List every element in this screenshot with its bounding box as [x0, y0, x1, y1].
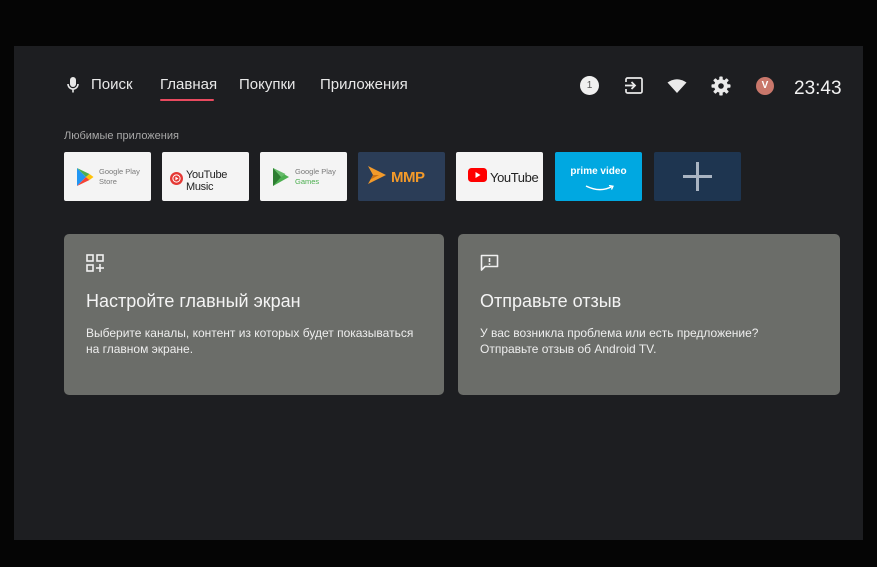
youtube-music-icon	[170, 172, 183, 190]
app-tile-youtube-music[interactable]: YouTube Music	[162, 152, 249, 201]
customize-home-description: Выберите каналы, контент из которых буде…	[86, 326, 414, 356]
microphone-icon[interactable]	[66, 76, 80, 99]
dashboard-add-icon	[86, 254, 104, 277]
clock: 23:43	[794, 78, 842, 99]
app-tile-google-play-store[interactable]: Google Play Store	[64, 152, 151, 201]
youtube-label: YouTube	[490, 170, 539, 185]
send-feedback-line1: У вас возникла проблема или есть предлож…	[480, 326, 759, 340]
youtube-music-label: YouTube Music	[186, 169, 228, 193]
app-tile-mmp[interactable]: MMP	[358, 152, 445, 201]
send-feedback-title: Отправьте отзыв	[480, 291, 622, 311]
send-feedback-description: У вас возникла проблема или есть предлож…	[480, 325, 820, 357]
notification-badge[interactable]: 1	[580, 76, 599, 95]
feedback-icon	[480, 254, 499, 277]
tab-apps[interactable]: Приложения	[320, 76, 408, 93]
settings-gear-icon[interactable]	[711, 76, 731, 101]
input-source-icon[interactable]	[624, 76, 644, 100]
tab-home-underline	[160, 99, 214, 101]
avatar[interactable]: V	[756, 77, 774, 95]
wifi-icon[interactable]	[667, 79, 687, 98]
customize-home-title: Настройте главный экран	[86, 291, 301, 311]
plus-icon	[682, 161, 713, 197]
send-feedback-line2: Отправьте отзыв об Android TV.	[480, 342, 657, 356]
tab-home[interactable]: Главная	[160, 76, 217, 93]
tab-purchases[interactable]: Покупки	[239, 76, 295, 93]
google-play-store-label: Google Play Store	[99, 167, 140, 186]
mmp-label: MMP	[391, 169, 425, 186]
add-app-tile[interactable]	[654, 152, 741, 201]
google-play-icon	[76, 167, 94, 192]
mmp-logo-icon	[366, 164, 388, 191]
google-play-games-icon	[272, 167, 290, 192]
app-tile-prime-video[interactable]: prime video	[555, 152, 642, 201]
amazon-smile-icon	[585, 179, 615, 197]
tv-home-screen: Поиск Главная Покупки Приложения 1 V 23:…	[14, 46, 863, 540]
app-tile-google-play-games[interactable]: Google Play Games	[260, 152, 347, 201]
youtube-icon	[468, 168, 487, 187]
customize-home-card[interactable]: Настройте главный экран Выберите каналы,…	[64, 234, 444, 395]
app-tile-youtube[interactable]: YouTube	[456, 152, 543, 201]
google-play-games-label: Google Play Games	[295, 167, 336, 186]
favorites-title: Любимые приложения	[64, 130, 179, 142]
search-button[interactable]: Поиск	[91, 76, 133, 93]
prime-video-label: prime video	[570, 166, 627, 177]
send-feedback-card[interactable]: Отправьте отзыв У вас возникла проблема …	[458, 234, 840, 395]
